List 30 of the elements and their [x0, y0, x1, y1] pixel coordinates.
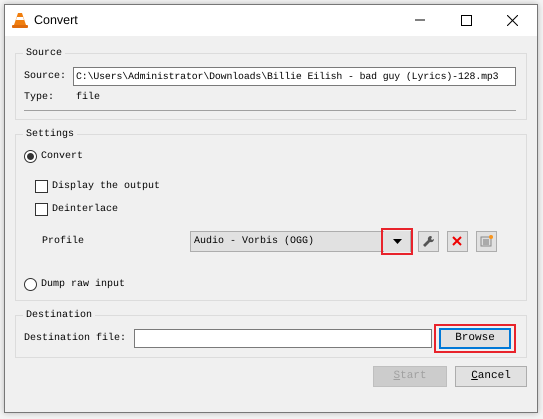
- field-label: Destination file:: [24, 332, 128, 346]
- field-label: Type:: [24, 91, 56, 105]
- profile-dropdown[interactable]: Audio - Vorbis (OGG): [190, 231, 411, 252]
- type-value: file: [76, 90, 100, 105]
- wrench-icon: [422, 235, 435, 248]
- traffic-cone-icon: [12, 12, 28, 29]
- radio-label: Dump raw input: [41, 278, 126, 292]
- destination-field[interactable]: [134, 329, 432, 348]
- checkbox-label: Deinterlace: [52, 202, 118, 217]
- checkbox-label: Display the output: [52, 180, 160, 194]
- checkbox[interactable]: [35, 203, 48, 216]
- list-icon: [480, 235, 493, 248]
- source-field[interactable]: C:\Users\Administrator\Downloads\Billie Eilish - bad guy (Lyrics)-128.mp3: [73, 67, 516, 86]
- cancel-button[interactable]: Cancel: [455, 366, 527, 387]
- maximize-icon: [460, 15, 472, 26]
- browse-button[interactable]: Browse: [439, 328, 511, 349]
- field-label: Source:: [24, 70, 68, 84]
- edit-profile-button[interactable]: [418, 231, 439, 252]
- close-icon: [506, 15, 518, 26]
- caret-icon: [392, 239, 402, 244]
- radio-button[interactable]: [24, 278, 37, 291]
- radio-label: Convert: [41, 150, 84, 164]
- delete-profile-button[interactable]: [447, 231, 468, 252]
- checkbox[interactable]: [35, 180, 48, 193]
- window-title: Convert: [34, 12, 78, 30]
- radio-button[interactable]: [24, 150, 37, 163]
- profile-label: Profile: [42, 234, 86, 249]
- new-profile-button[interactable]: [476, 231, 497, 252]
- dropdown-value: Audio - Vorbis (OGG): [194, 234, 316, 249]
- close-icon: [451, 235, 464, 248]
